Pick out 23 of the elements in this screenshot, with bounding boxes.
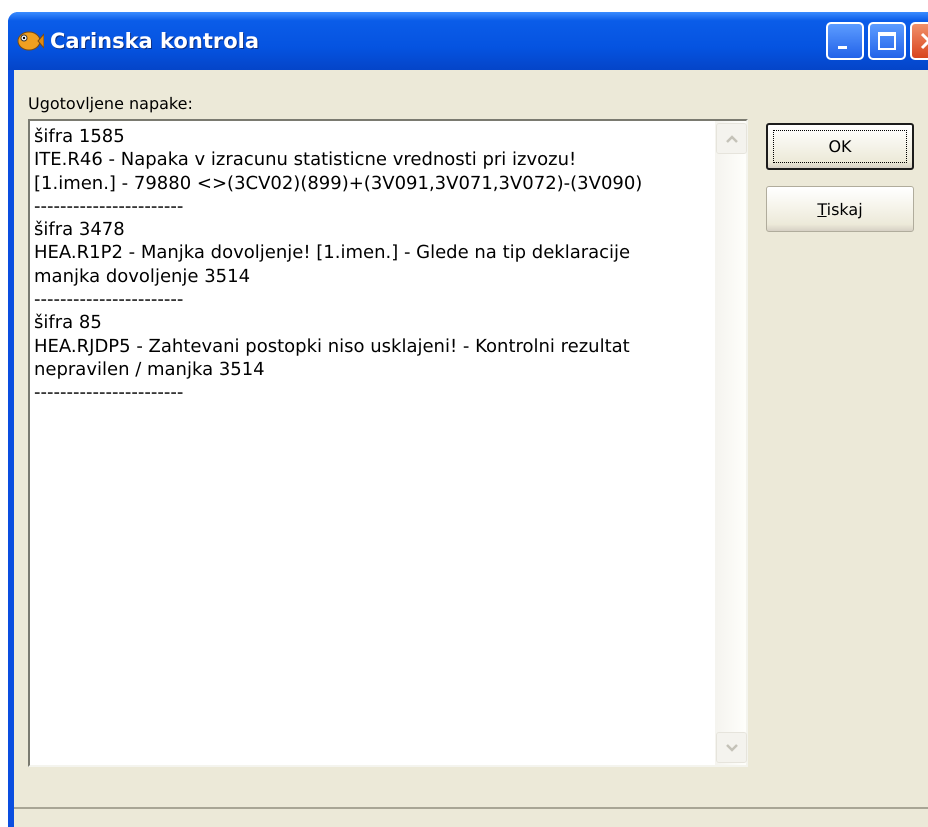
- maximize-icon: [877, 31, 897, 51]
- text-line: HEA.R1P2 - Manjka dovoljenje! [1.imen.] - Glede na tip deklaracije: [34, 241, 632, 265]
- chevron-up-icon: [726, 134, 738, 142]
- minimize-icon: [838, 46, 846, 48]
- dialog-button[interactable]: Tiskaj: [766, 186, 914, 232]
- text-line: -----------------------: [34, 194, 184, 218]
- chevron-down-icon: [726, 744, 738, 752]
- text-line: -----------------------: [34, 288, 184, 312]
- minimize-button[interactable]: [826, 22, 864, 60]
- text-line: ITE.R46 - Napaka v izracunu statisticne vrednosti pri izvozu!: [34, 148, 578, 172]
- text-line: nepravilen / manjka 3514: [34, 358, 266, 382]
- maximize-button[interactable]: [868, 22, 906, 60]
- text-line: HEA.RJDP5 - Zahtevani postopki niso usklajeni! - Kontrolni rezultat: [34, 334, 631, 358]
- text-line: [1.imen.] - 79880 <>(3CV02)(899)+(3V091,3V071,3V072)-(3V090): [34, 172, 644, 195]
- text-line: šifra 3478: [34, 218, 126, 242]
- errors-text-area[interactable]: [28, 119, 748, 767]
- window-title: Carinska kontrola: [50, 29, 260, 53]
- text-line: -----------------------: [34, 381, 184, 405]
- dialog-button[interactable]: OK: [766, 123, 914, 170]
- errors-label: Ugotovljene napake:: [28, 94, 194, 113]
- text-line: šifra 1585: [34, 125, 126, 148]
- text-line: manjka dovoljenje 3514: [34, 264, 252, 288]
- text-line: šifra 85: [34, 311, 103, 335]
